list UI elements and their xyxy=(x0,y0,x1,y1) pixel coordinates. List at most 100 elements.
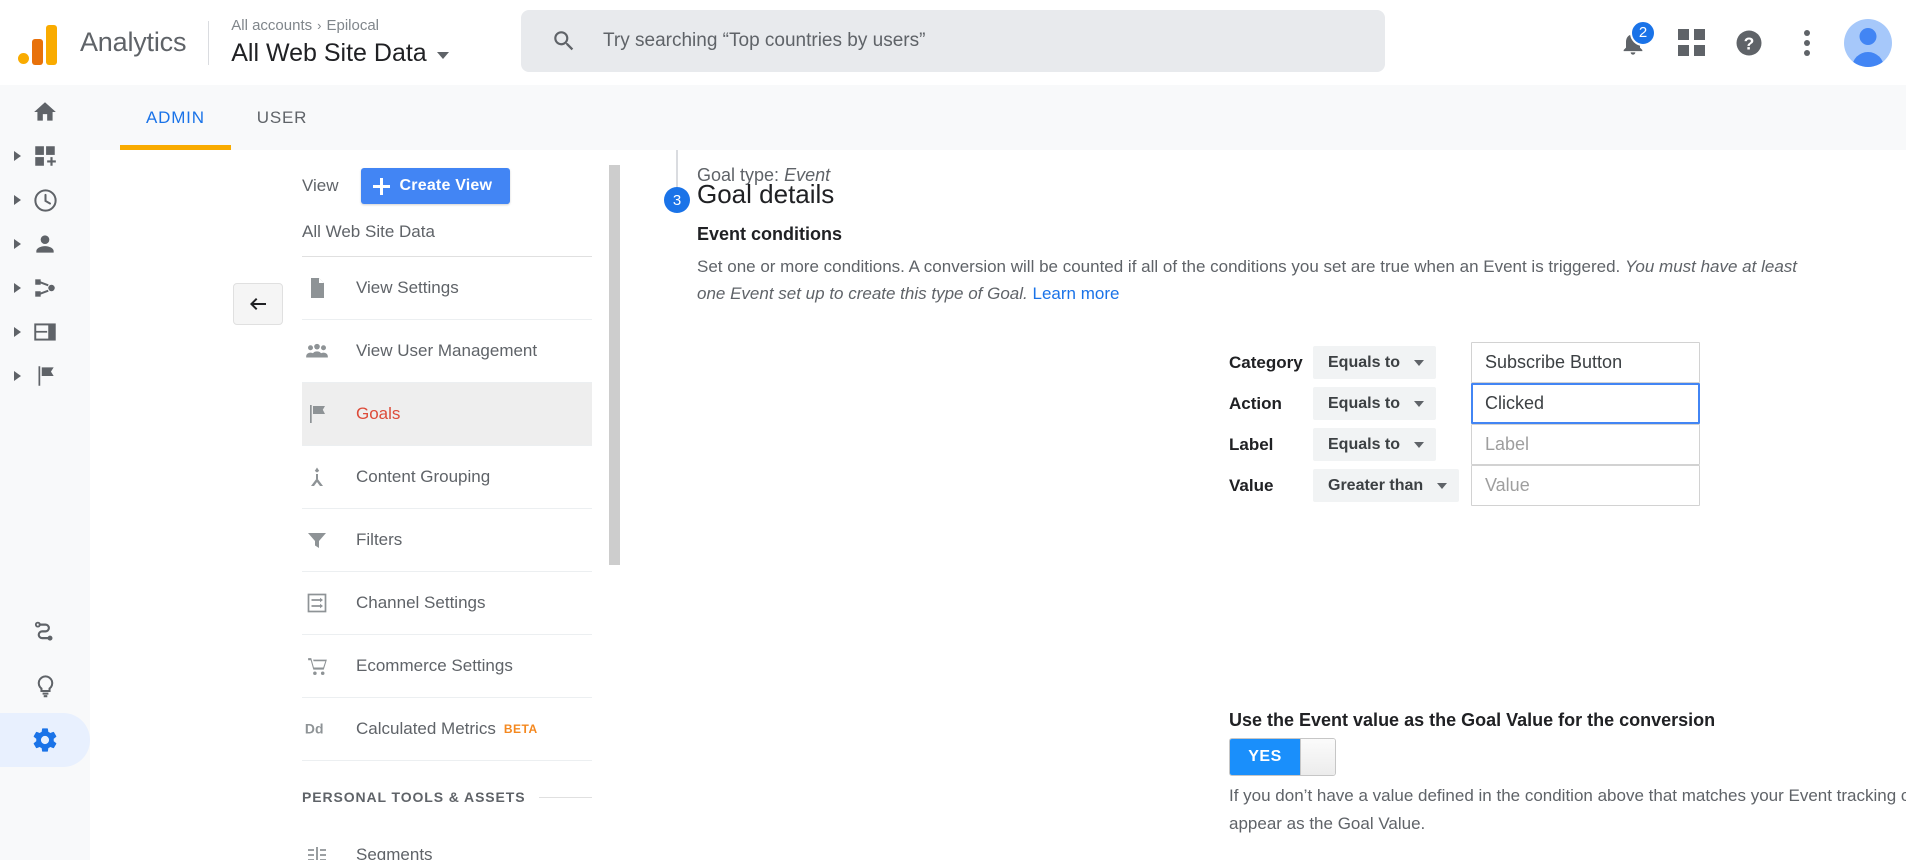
learn-more-link[interactable]: Learn more xyxy=(1033,284,1120,303)
svg-text:?: ? xyxy=(1744,33,1755,53)
condition-input-cell-category xyxy=(1471,342,1703,383)
channel-settings-icon xyxy=(302,588,332,618)
avatar[interactable] xyxy=(1844,18,1892,67)
plus-icon xyxy=(372,177,390,195)
document-icon xyxy=(302,273,332,303)
label-input[interactable] xyxy=(1471,424,1700,465)
tab-bar: ADMIN USER xyxy=(90,85,1906,150)
create-view-button[interactable]: Create View xyxy=(360,168,511,204)
gear-admin-icon xyxy=(30,725,60,755)
apps-button[interactable] xyxy=(1662,14,1720,72)
beta-badge: BETA xyxy=(503,722,538,736)
view-settings-panel: View Create View All Web Site Data View … xyxy=(210,150,610,860)
value-input[interactable] xyxy=(1471,465,1700,506)
menu-item-filters[interactable]: Filters xyxy=(302,509,592,572)
more-options-button[interactable] xyxy=(1778,14,1836,72)
svg-text:Dd: Dd xyxy=(305,721,324,737)
match-type-select-action[interactable]: Equals to xyxy=(1313,387,1437,420)
discover-path-icon xyxy=(30,617,60,647)
chevron-down-icon xyxy=(436,51,449,59)
section-header-personal-tools: PERSONAL TOOLS & ASSETS xyxy=(302,771,592,823)
menu-item-view-settings[interactable]: View Settings xyxy=(302,257,592,320)
back-button[interactable] xyxy=(233,283,283,325)
condition-input-cell-label xyxy=(1471,424,1703,465)
menu-item-goals[interactable]: Goals xyxy=(302,383,592,446)
menu-item-label: View User Management xyxy=(356,341,538,360)
brand-title: Analytics xyxy=(80,27,187,57)
menu-item-content-grouping[interactable]: Content Grouping xyxy=(302,446,592,509)
current-view-name: All Web Site Data xyxy=(302,222,592,257)
match-type-value: Equals to xyxy=(1328,435,1401,453)
condition-match-cell-label: Equals to xyxy=(1313,428,1471,461)
match-type-select-value[interactable]: Greater than xyxy=(1313,469,1460,502)
chevron-down-icon xyxy=(1414,400,1425,407)
expand-arrow-icon xyxy=(14,151,21,161)
help-button[interactable]: ? xyxy=(1720,14,1778,72)
condition-label-category: Category xyxy=(1229,352,1303,372)
breadcrumb-separator: › xyxy=(317,18,322,33)
search-bar[interactable] xyxy=(521,10,1385,72)
back-arrow-icon xyxy=(250,298,266,310)
menu-item-label: Content Grouping xyxy=(356,467,491,486)
menu-item-label: Goals xyxy=(356,404,401,423)
funnel-filter-icon xyxy=(302,525,332,555)
breadcrumb-account[interactable]: All accounts xyxy=(231,17,312,34)
step-badge: 3 xyxy=(664,187,690,213)
sidebar-item-discover[interactable] xyxy=(0,605,90,659)
expand-arrow-icon xyxy=(14,371,21,381)
event-conditions-desc-part1: Set one or more conditions. A conversion… xyxy=(697,257,1621,276)
avatar-body xyxy=(1852,51,1884,67)
settings-menu: View Settings View User Management Goals… xyxy=(302,257,592,860)
menu-item-label: Channel Settings xyxy=(356,593,486,612)
view-header: View Create View xyxy=(210,150,610,204)
analytics-logo-icon xyxy=(18,21,64,65)
match-type-select-category[interactable]: Equals to xyxy=(1313,346,1437,379)
menu-item-calculated-metrics[interactable]: Dd Calculated Metrics BETA xyxy=(302,698,592,761)
customization-grid-plus-icon xyxy=(30,141,60,171)
toggle-knob xyxy=(1300,739,1335,775)
help-circle-icon: ? xyxy=(1736,30,1762,55)
flag-icon xyxy=(302,399,332,429)
menu-item-view-user-management[interactable]: View User Management xyxy=(302,320,592,383)
chevron-down-icon xyxy=(1414,441,1425,448)
view-title: All Web Site Data xyxy=(231,39,427,67)
category-input[interactable] xyxy=(1471,342,1700,383)
expand-arrow-icon xyxy=(14,239,21,249)
condition-input-cell-value xyxy=(1471,465,1703,506)
use-event-value-toggle[interactable]: YES xyxy=(1229,738,1336,776)
condition-label-action: Action xyxy=(1229,393,1282,413)
avatar-head xyxy=(1859,27,1877,45)
lightbulb-insights-icon xyxy=(30,671,60,701)
left-nav-rail xyxy=(0,85,90,860)
menu-item-channel-settings[interactable]: Channel Settings xyxy=(302,572,592,635)
event-conditions-description: Set one or more conditions. A conversion… xyxy=(697,253,1817,307)
condition-match-cell-category: Equals to xyxy=(1313,346,1471,379)
menu-item-label: Segments xyxy=(356,844,433,860)
notifications-button[interactable]: 2 xyxy=(1604,14,1662,72)
tab-admin[interactable]: ADMIN xyxy=(120,85,231,150)
window-behavior-icon xyxy=(30,317,60,347)
notifications-badge: 2 xyxy=(1630,19,1656,46)
sidebar-item-insights[interactable] xyxy=(0,659,90,713)
match-type-value: Greater than xyxy=(1328,476,1424,494)
search-input[interactable] xyxy=(601,29,1365,53)
more-vert-icon xyxy=(1804,29,1810,56)
action-input[interactable] xyxy=(1471,383,1700,424)
tab-user[interactable]: USER xyxy=(231,85,333,150)
view-label: View xyxy=(302,176,339,195)
menu-item-segments[interactable]: Segments xyxy=(302,823,592,860)
goal-details-panel: Goal type: Event 3 Goal details Event co… xyxy=(620,150,1906,860)
expand-arrow-icon xyxy=(14,327,21,337)
match-type-select-label[interactable]: Equals to xyxy=(1313,428,1437,461)
header-divider xyxy=(208,20,210,65)
breadcrumb: All accounts › Epilocal xyxy=(231,16,448,36)
sidebar-item-admin[interactable] xyxy=(0,713,90,767)
breadcrumb-property[interactable]: Epilocal xyxy=(326,17,379,34)
sidebar-item-conversions[interactable] xyxy=(0,349,90,403)
condition-match-cell-action: Equals to xyxy=(1313,387,1471,420)
home-icon xyxy=(30,97,60,127)
expand-arrow-icon xyxy=(14,283,21,293)
top-bar: Analytics All accounts › Epilocal All Web … xyxy=(0,0,1906,85)
menu-item-ecommerce-settings[interactable]: Ecommerce Settings xyxy=(302,635,592,698)
view-selector[interactable]: All Web Site Data xyxy=(231,37,449,69)
